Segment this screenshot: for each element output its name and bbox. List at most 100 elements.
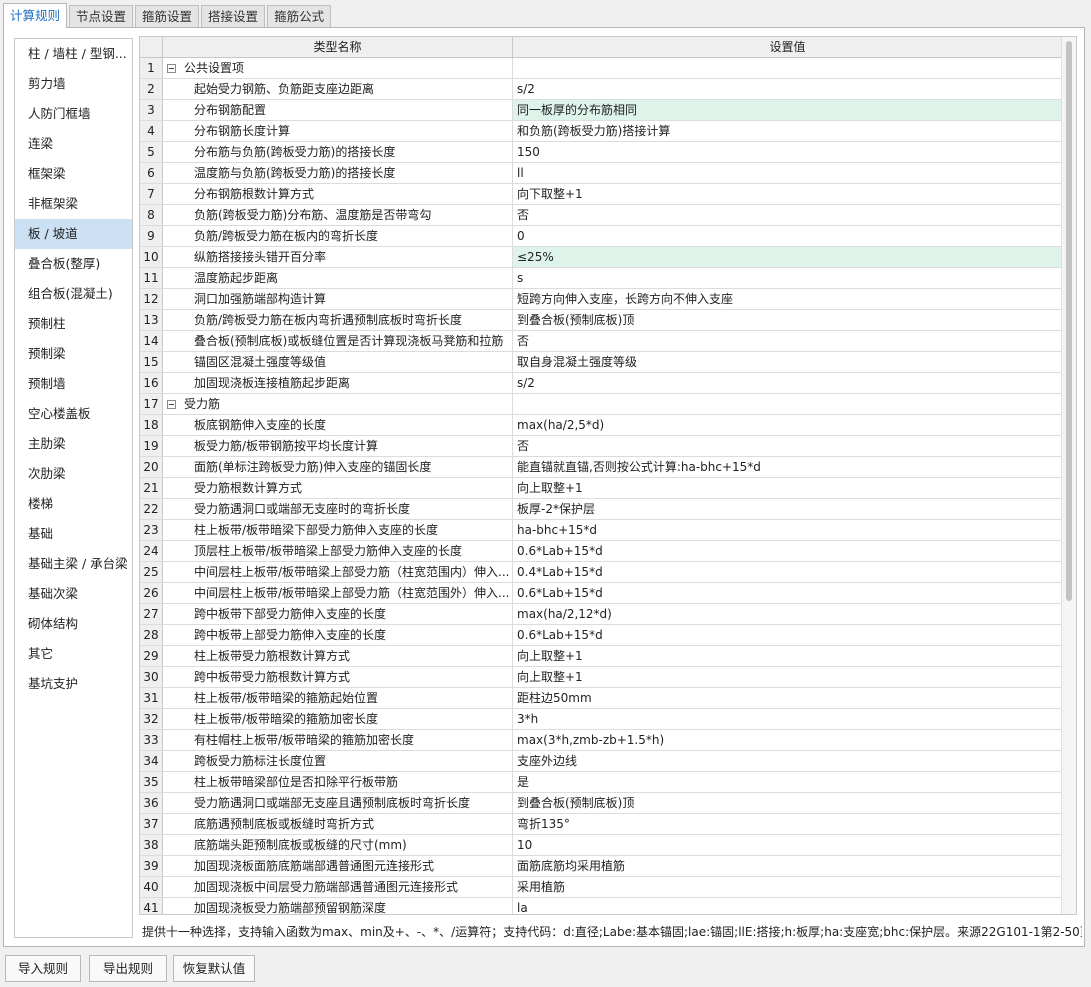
setting-value-cell[interactable]: 取自身混凝土强度等级 xyxy=(513,352,1062,372)
setting-value-cell[interactable]: la xyxy=(513,898,1062,914)
table-row[interactable]: 20 面筋(单标注跨板受力筋)伸入支座的锚固长度 能直锚就直锚,否则按公式计算:ha… xyxy=(140,457,1062,478)
table-row[interactable]: 35 柱上板带暗梁部位是否扣除平行板带筋 是 xyxy=(140,772,1062,793)
sidebar-item[interactable]: 人防门框墙 xyxy=(15,99,132,129)
sidebar-item[interactable]: 基础 xyxy=(15,519,132,549)
sidebar-item[interactable]: 基础次梁 xyxy=(15,579,132,609)
setting-value-cell[interactable]: 0.6*Lab+15*d xyxy=(513,625,1062,645)
tab-node-settings[interactable]: 节点设置 xyxy=(69,5,134,28)
table-row[interactable]: 16 加固现浇板连接植筋起步距离 s/2 xyxy=(140,373,1062,394)
setting-value-cell[interactable]: 同一板厚的分布筋相同 xyxy=(513,100,1062,120)
export-rules-button[interactable]: 导出规则 xyxy=(89,955,167,982)
setting-value-cell[interactable]: 板厚-2*保护层 xyxy=(513,499,1062,519)
sidebar-item[interactable]: 楼梯 xyxy=(15,489,132,519)
setting-value-cell[interactable]: 向上取整+1 xyxy=(513,667,1062,687)
setting-value-cell[interactable]: 3*h xyxy=(513,709,1062,729)
setting-value-cell[interactable]: s/2 xyxy=(513,79,1062,99)
setting-value-cell[interactable]: s/2 xyxy=(513,373,1062,393)
setting-value-cell[interactable]: 否 xyxy=(513,205,1062,225)
setting-value-cell[interactable]: ha-bhc+15*d xyxy=(513,520,1062,540)
setting-value-cell[interactable]: 0.6*Lab+15*d xyxy=(513,541,1062,561)
table-row[interactable]: 34 跨板受力筋标注长度位置 支座外边线 xyxy=(140,751,1062,772)
setting-value-cell[interactable]: max(3*h,zmb-zb+1.5*h) xyxy=(513,730,1062,750)
setting-value-cell[interactable]: 0 xyxy=(513,226,1062,246)
tab-calc-rules[interactable]: 计算规则 xyxy=(3,3,68,28)
tab-stirrup-formula[interactable]: 箍筋公式 xyxy=(267,5,332,28)
sidebar-item[interactable]: 预制柱 xyxy=(15,309,132,339)
table-row[interactable]: 30 跨中板带受力筋根数计算方式 向上取整+1 xyxy=(140,667,1062,688)
sidebar-item[interactable]: 板 / 坡道 xyxy=(15,219,132,249)
table-row[interactable]: 14 叠合板(预制底板)或板缝位置是否计算现浇板马凳筋和拉筋否 xyxy=(140,331,1062,352)
table-row[interactable]: 33 有柱帽柱上板带/板带暗梁的箍筋加密长度 max(3*h,zmb-zb+1.5*… xyxy=(140,730,1062,751)
setting-value-cell[interactable]: s xyxy=(513,268,1062,288)
sidebar-item[interactable]: 预制墙 xyxy=(15,369,132,399)
sidebar-item[interactable]: 剪力墙 xyxy=(15,69,132,99)
sidebar-item[interactable]: 叠合板(整厚) xyxy=(15,249,132,279)
table-row[interactable]: 27 跨中板带下部受力筋伸入支座的长度 max(ha/2,12*d) xyxy=(140,604,1062,625)
table-row[interactable]: 22 受力筋遇洞口或端部无支座时的弯折长度 板厚-2*保护层 xyxy=(140,499,1062,520)
table-row[interactable]: 29 柱上板带受力筋根数计算方式 向上取整+1 xyxy=(140,646,1062,667)
restore-defaults-button[interactable]: 恢复默认值 xyxy=(173,955,255,982)
table-row[interactable]: 15 锚固区混凝土强度等级值 取自身混凝土强度等级 xyxy=(140,352,1062,373)
table-row[interactable]: 38 底筋端头距预制底板或板缝的尺寸(mm) 10 xyxy=(140,835,1062,856)
setting-value-cell[interactable]: max(ha/2,5*d) xyxy=(513,415,1062,435)
setting-value-cell[interactable]: 距柱边50mm xyxy=(513,688,1062,708)
table-row[interactable]: 36 受力筋遇洞口或端部无支座且遇预制底板时弯折长度 到叠合板(预制底板)顶 xyxy=(140,793,1062,814)
scrollbar-thumb[interactable] xyxy=(1066,41,1072,601)
sidebar-item[interactable]: 主肋梁 xyxy=(15,429,132,459)
table-row[interactable]: 31 柱上板带/板带暗梁的箍筋起始位置 距柱边50mm xyxy=(140,688,1062,709)
setting-value-cell[interactable]: 否 xyxy=(513,331,1062,351)
sidebar-item[interactable]: 非框架梁 xyxy=(15,189,132,219)
group-row[interactable]: 17 受力筋 xyxy=(140,394,1062,415)
sidebar-item[interactable]: 框架梁 xyxy=(15,159,132,189)
table-row[interactable]: 12 洞口加强筋端部构造计算 短跨方向伸入支座，长跨方向不伸入支座 xyxy=(140,289,1062,310)
table-row[interactable]: 25 中间层柱上板带/板带暗梁上部受力筋（柱宽范围内）伸入... 0.4*Lab+1… xyxy=(140,562,1062,583)
table-row[interactable]: 21 受力筋根数计算方式 向上取整+1 xyxy=(140,478,1062,499)
setting-value-cell[interactable]: 采用植筋 xyxy=(513,877,1062,897)
table-row[interactable]: 40 加固现浇板中间层受力筋端部遇普通图元连接形式 采用植筋 xyxy=(140,877,1062,898)
vertical-scrollbar[interactable] xyxy=(1061,37,1076,914)
setting-value-cell[interactable]: 短跨方向伸入支座，长跨方向不伸入支座 xyxy=(513,289,1062,309)
setting-value-cell[interactable]: 0.6*Lab+15*d xyxy=(513,583,1062,603)
setting-value-cell[interactable]: 到叠合板(预制底板)顶 xyxy=(513,310,1062,330)
sidebar-item[interactable]: 连梁 xyxy=(15,129,132,159)
collapse-icon[interactable] xyxy=(167,64,176,73)
table-row[interactable]: 10 纵筋搭接接头错开百分率 ≤25% xyxy=(140,247,1062,268)
setting-value-cell[interactable]: 否 xyxy=(513,436,1062,456)
sidebar-item[interactable]: 次肋梁 xyxy=(15,459,132,489)
table-row[interactable]: 2 起始受力钢筋、负筋距支座边距离 s/2 xyxy=(140,79,1062,100)
table-row[interactable]: 6 温度筋与负筋(跨板受力筋)的搭接长度 ll xyxy=(140,163,1062,184)
setting-value-cell[interactable]: 10 xyxy=(513,835,1062,855)
table-row[interactable]: 5 分布筋与负筋(跨板受力筋)的搭接长度 150 xyxy=(140,142,1062,163)
setting-value-cell[interactable]: 向下取整+1 xyxy=(513,184,1062,204)
sidebar-item[interactable]: 空心楼盖板 xyxy=(15,399,132,429)
table-row[interactable]: 4 分布钢筋长度计算 和负筋(跨板受力筋)搭接计算 xyxy=(140,121,1062,142)
table-row[interactable]: 8 负筋(跨板受力筋)分布筋、温度筋是否带弯勾 否 xyxy=(140,205,1062,226)
table-row[interactable]: 11 温度筋起步距离 s xyxy=(140,268,1062,289)
table-row[interactable]: 19 板受力筋/板带钢筋按平均长度计算 否 xyxy=(140,436,1062,457)
sidebar-item[interactable]: 基础主梁 / 承台梁 xyxy=(15,549,132,579)
tab-lap-settings[interactable]: 搭接设置 xyxy=(201,5,266,28)
table-row[interactable]: 28 跨中板带上部受力筋伸入支座的长度 0.6*Lab+15*d xyxy=(140,625,1062,646)
setting-value-cell[interactable]: 0.4*Lab+15*d xyxy=(513,562,1062,582)
table-row[interactable]: 37 底筋遇预制底板或板缝时弯折方式 弯折135° xyxy=(140,814,1062,835)
sidebar-item[interactable]: 砌体结构 xyxy=(15,609,132,639)
import-rules-button[interactable]: 导入规则 xyxy=(5,955,81,982)
table-row[interactable]: 26 中间层柱上板带/板带暗梁上部受力筋（柱宽范围外）伸入... 0.6*Lab+1… xyxy=(140,583,1062,604)
setting-value-cell[interactable]: 150 xyxy=(513,142,1062,162)
setting-value-cell[interactable]: 弯折135° xyxy=(513,814,1062,834)
setting-value-cell[interactable]: 向上取整+1 xyxy=(513,478,1062,498)
setting-value-cell[interactable]: 和负筋(跨板受力筋)搭接计算 xyxy=(513,121,1062,141)
setting-value-cell[interactable]: ≤25% xyxy=(513,247,1062,267)
setting-value-cell[interactable]: 支座外边线 xyxy=(513,751,1062,771)
table-row[interactable]: 32 柱上板带/板带暗梁的箍筋加密长度 3*h xyxy=(140,709,1062,730)
setting-value-cell[interactable]: 向上取整+1 xyxy=(513,646,1062,666)
setting-value-cell[interactable]: 到叠合板(预制底板)顶 xyxy=(513,793,1062,813)
collapse-icon[interactable] xyxy=(167,400,176,409)
group-row[interactable]: 1 公共设置项 xyxy=(140,58,1062,79)
table-row[interactable]: 39 加固现浇板面筋底筋端部遇普通图元连接形式 面筋底筋均采用植筋 xyxy=(140,856,1062,877)
table-row[interactable]: 18 板底钢筋伸入支座的长度 max(ha/2,5*d) xyxy=(140,415,1062,436)
tab-stirrup-settings[interactable]: 箍筋设置 xyxy=(135,5,200,28)
sidebar-item[interactable]: 基坑支护 xyxy=(15,669,132,699)
sidebar-item[interactable]: 其它 xyxy=(15,639,132,669)
table-row[interactable]: 7 分布钢筋根数计算方式 向下取整+1 xyxy=(140,184,1062,205)
